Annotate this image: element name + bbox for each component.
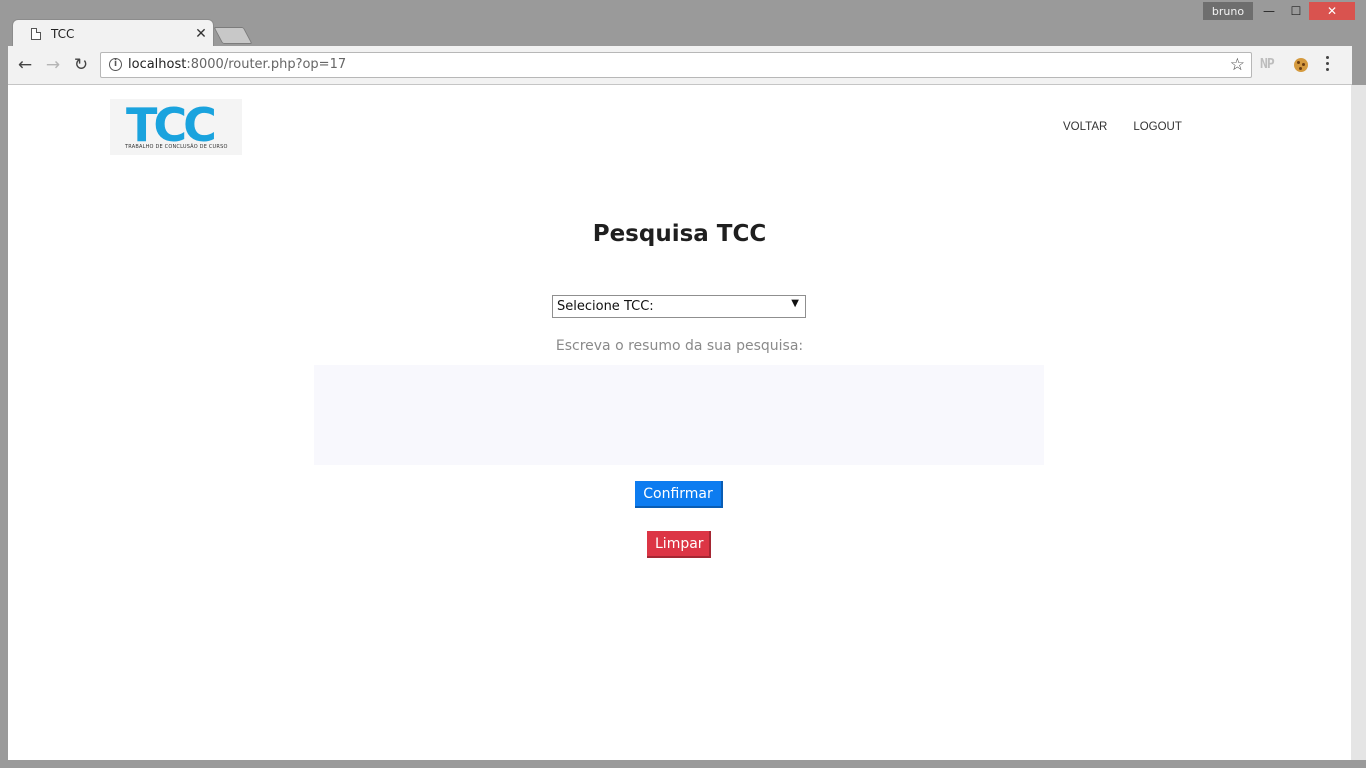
cookie-extension-icon[interactable] (1294, 58, 1308, 72)
forward-arrow-icon[interactable]: → (42, 54, 64, 76)
minimize-button[interactable]: — (1256, 2, 1282, 20)
info-icon[interactable]: i (109, 58, 122, 71)
bookmark-star-icon[interactable]: ☆ (1230, 55, 1245, 75)
tcc-logo[interactable]: TCC TRABALHO DE CONCLUSÃO DE CURSO (110, 98, 242, 155)
np-extension-icon[interactable]: NP (1260, 57, 1275, 72)
top-nav: VOLTAR LOGOUT (1063, 121, 1182, 133)
address-bar[interactable]: i localhost:8000/router.php?op=17 ☆ (100, 52, 1252, 78)
page-viewport: TCC TRABALHO DE CONCLUSÃO DE CURSO VOLTA… (8, 85, 1351, 760)
back-arrow-icon[interactable]: ← (14, 54, 36, 76)
tcc-select[interactable]: Selecione TCC: ▼ (552, 295, 806, 318)
reload-icon[interactable]: ↻ (70, 54, 92, 76)
browser-tab[interactable]: TCC ✕ (12, 19, 214, 48)
clear-button[interactable]: Limpar (647, 531, 711, 558)
nav-logout-link[interactable]: LOGOUT (1133, 121, 1182, 133)
browser-toolbar: ← → ↻ i localhost:8000/router.php?op=17 … (8, 46, 1352, 85)
close-tab-icon[interactable]: ✕ (189, 26, 213, 42)
tcc-select-value: Selecione TCC: (557, 299, 654, 314)
dropdown-arrow-icon: ▼ (791, 298, 799, 309)
right-edge-strip (1351, 85, 1366, 768)
summary-prompt-label: Escreva o resumo da sua pesquisa: (555, 338, 804, 354)
confirm-button[interactable]: Confirmar (635, 481, 723, 508)
page-title: Pesquisa TCC (592, 221, 767, 247)
close-window-button[interactable]: ✕ (1309, 2, 1355, 20)
logo-subtitle: TRABALHO DE CONCLUSÃO DE CURSO (125, 144, 228, 150)
menu-icon[interactable] (1326, 56, 1330, 71)
profile-button[interactable]: bruno (1203, 2, 1253, 20)
maximize-button[interactable]: ☐ (1283, 2, 1309, 20)
tab-title: TCC (51, 27, 75, 41)
url-text: localhost:8000/router.php?op=17 (128, 57, 347, 72)
summary-textarea[interactable] (314, 365, 1044, 465)
nav-voltar-link[interactable]: VOLTAR (1063, 121, 1107, 133)
bottom-edge-strip (0, 760, 1366, 768)
document-icon (31, 28, 41, 40)
